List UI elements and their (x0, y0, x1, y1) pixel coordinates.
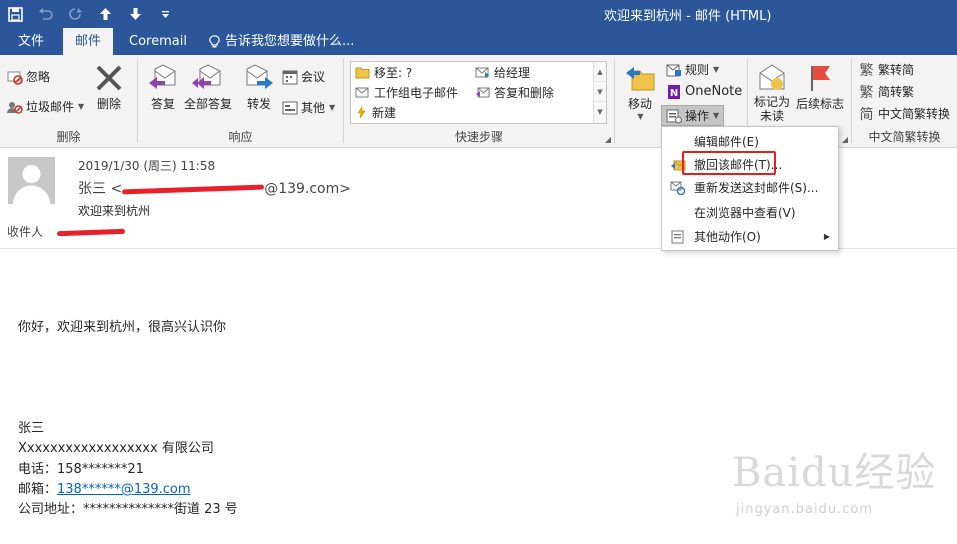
recipient-label: 收件人 (7, 225, 44, 239)
message-date: 2019/1/30 (周三) 11:58 (78, 159, 216, 173)
body-greeting: 你好，欢迎来到杭州，很高兴认识你 (18, 320, 227, 335)
ribbon-tabs: 文件 邮件 Coremail 告诉我您想要做什么... (0, 28, 957, 55)
arrow-down-icon[interactable] (120, 0, 150, 28)
save-icon[interactable] (0, 0, 30, 28)
redaction-mark (56, 228, 125, 237)
redo-icon[interactable] (60, 0, 90, 28)
tell-me-label: 告诉我您想要做什么... (225, 34, 355, 49)
actions-icon (665, 107, 682, 124)
tab-file[interactable]: 文件 (18, 28, 44, 55)
reply-all-icon (191, 61, 225, 95)
signature-email-link[interactable]: 138******@139.com (57, 482, 191, 497)
move-button[interactable]: 移动 ▼ (623, 61, 657, 121)
quick-steps-group: 快速步骤 ◢ (344, 55, 614, 148)
tab-message[interactable]: 邮件 (63, 28, 114, 55)
reply-icon (146, 61, 180, 95)
delete-group-label: 删除 (56, 130, 81, 144)
simp-to-trad-button[interactable]: 繁 简转繁 (858, 83, 915, 101)
sender-name: 张三 < (78, 181, 123, 197)
menu-item-other-actions[interactable]: 其他动作(O) ▶ (662, 225, 838, 248)
delete-x-icon (92, 61, 126, 95)
mark-unread-icon (755, 61, 789, 95)
chinese-convert-button[interactable]: 简 中文简繁转换 (858, 105, 951, 123)
menu-item-resend-message[interactable]: 重新发送这封邮件(S)... (662, 176, 838, 199)
trad-simp-icon: 繁 (859, 62, 874, 79)
meeting-button[interactable]: 会议 (281, 68, 325, 85)
mark-unread-button[interactable]: 标记为 未读 (754, 61, 790, 123)
menu-item-edit-message[interactable]: 编辑邮件(E) (662, 130, 838, 153)
trad-to-simp-button[interactable]: 繁 繁转简 (858, 61, 915, 79)
respond-group: 答复 全部答复 转发 会议 其他 ▼ 响应 (138, 55, 343, 148)
svg-text:N: N (669, 88, 677, 99)
watermark-brand: Baidu经验 (732, 450, 937, 496)
chevron-down-icon: ▼ (329, 103, 336, 112)
simp-trad-icon: 繁 (859, 84, 874, 101)
redaction-mark (122, 184, 265, 194)
rules-button[interactable]: 规则 ▼ (665, 61, 719, 78)
follow-up-button[interactable]: 后续标志 (796, 61, 844, 112)
recipient-row: 收件人 (7, 223, 125, 240)
watermark-url: jingyan.baidu.com (736, 502, 873, 517)
reply-all-button[interactable]: 全部答复 (184, 61, 232, 112)
delete-button[interactable]: 删除 (92, 61, 126, 112)
rules-icon (665, 61, 682, 78)
actions-menu: 编辑邮件(E) 撤回该邮件(T)... 重新发送这封邮件(S)... 在浏览器中… (661, 126, 839, 251)
signature-name: 张三 (18, 421, 45, 436)
signature-company: Xxxxxxxxxxxxxxxxxx 有限公司 (18, 441, 214, 456)
other-actions-icon (662, 230, 694, 244)
menu-item-view-in-browser[interactable]: 在浏览器中查看(V) (662, 201, 838, 224)
signature-address: 公司地址：**************街道 23 号 (18, 502, 238, 517)
message-sender[interactable]: 张三 < @139.com> (78, 178, 351, 198)
quick-access-toolbar (0, 0, 180, 28)
actions-button[interactable]: 操作 ▼ (661, 105, 725, 126)
reply-button[interactable]: 答复 (146, 61, 180, 112)
ignore-button[interactable]: 忽略 (6, 68, 50, 85)
chevron-down-icon: ▼ (713, 111, 720, 120)
respond-group-label: 响应 (228, 130, 253, 144)
lightbulb-icon (209, 34, 220, 47)
sender-domain: @139.com> (264, 181, 351, 197)
more-icon (281, 99, 298, 116)
avatar (8, 157, 55, 204)
delete-group: 忽略 垃圾邮件 ▼ 删除 删除 (0, 55, 137, 148)
flag-icon (803, 61, 837, 95)
undo-icon[interactable] (30, 0, 60, 28)
title-bar: 欢迎来到杭州 - 邮件 (HTML) (0, 0, 957, 28)
junk-button[interactable]: 垃圾邮件 ▼ (6, 98, 84, 115)
signature-phone: 电话：158*******21 (18, 462, 144, 477)
tell-me-search[interactable]: 告诉我您想要做什么... (209, 28, 354, 55)
arrow-up-icon[interactable] (90, 0, 120, 28)
convert-group-label: 中文简繁转换 (868, 130, 941, 144)
window-title: 欢迎来到杭州 - 邮件 (HTML) (604, 9, 772, 24)
convert-icon: 简 (859, 106, 874, 123)
chevron-down-icon: ▼ (78, 102, 85, 111)
dialog-launcher-icon[interactable]: ◢ (842, 135, 848, 144)
calendar-icon (281, 68, 298, 85)
submenu-arrow-icon: ▶ (823, 232, 830, 241)
convert-group: 繁 繁转简 繁 简转繁 简 中文简繁转换 中文简繁转换 (852, 55, 957, 148)
more-respond-button[interactable]: 其他 ▼ (281, 99, 335, 116)
chevron-down-icon: ▼ (713, 65, 720, 74)
signature-email-label: 邮箱： (18, 482, 58, 497)
recall-highlight-box (682, 151, 776, 175)
onenote-button[interactable]: N OneNote (665, 83, 742, 100)
tab-coremail[interactable]: Coremail (129, 28, 187, 55)
forward-button[interactable]: 转发 (242, 61, 276, 112)
quick-steps-label: 快速步骤 (454, 130, 503, 144)
chevron-down-icon: ▼ (637, 112, 644, 121)
message-subject: 欢迎来到杭州 (78, 204, 151, 218)
signature-email: 邮箱：138******@139.com (18, 478, 191, 497)
onenote-icon: N (665, 83, 682, 100)
dialog-launcher-icon[interactable]: ◢ (605, 135, 611, 144)
resend-icon (662, 181, 694, 195)
junk-icon (6, 98, 23, 115)
forward-icon (242, 61, 276, 95)
move-folder-icon (623, 61, 657, 95)
baidu-watermark: Baidu经验 jingyan.baidu.com (732, 440, 942, 530)
ignore-icon (6, 68, 23, 85)
customize-qat-icon[interactable] (150, 0, 180, 28)
